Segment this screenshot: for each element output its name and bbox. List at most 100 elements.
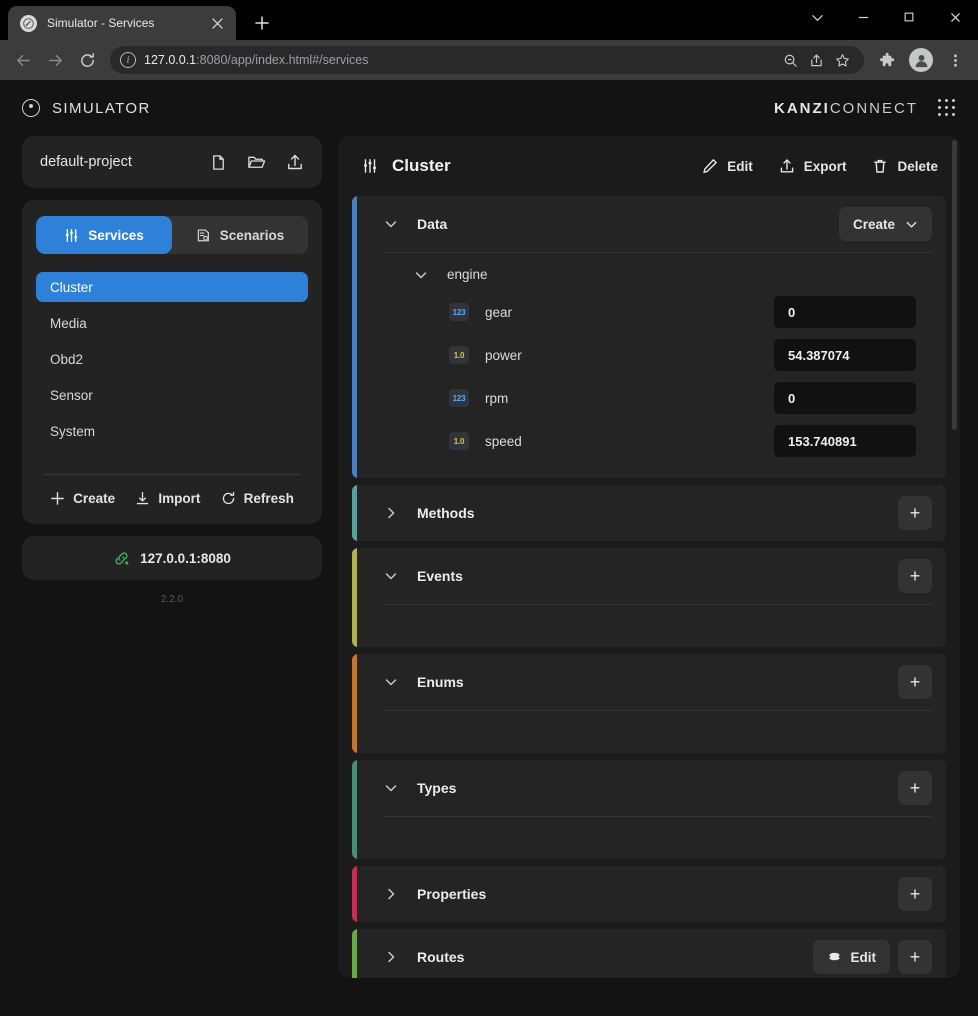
forward-arrow-icon[interactable] (40, 45, 70, 75)
sidebar-item-sensor[interactable]: Sensor (36, 380, 308, 410)
plus-icon: + (910, 566, 921, 587)
avatar-icon[interactable] (909, 48, 933, 72)
back-arrow-icon[interactable] (8, 45, 38, 75)
export-service-label: Export (804, 159, 847, 174)
section-color-stripe (352, 196, 357, 478)
sidebar-item-obd2[interactable]: Obd2 (36, 344, 308, 374)
apps-grid-icon[interactable] (938, 99, 956, 117)
scenario-file-icon (196, 228, 211, 243)
section-properties-header[interactable]: Properties + (357, 866, 946, 922)
panel-scrollbar[interactable] (952, 140, 957, 430)
section-routes-header[interactable]: Routes Edit + (357, 929, 946, 978)
tab-services[interactable]: Services (36, 216, 172, 254)
add-route-button[interactable]: + (898, 940, 932, 974)
address-bar[interactable]: i 127.0.0.1:8080/app/index.html#/service… (110, 46, 864, 74)
sidebar-item-system[interactable]: System (36, 416, 308, 446)
section-data: Data Create (352, 196, 946, 478)
add-method-button[interactable]: + (898, 496, 932, 530)
window-close-icon[interactable] (932, 0, 978, 34)
url-path: :8080/app/index.html#/services (196, 53, 368, 67)
data-field-label: gear (485, 305, 774, 320)
zoom-out-icon[interactable] (778, 48, 802, 72)
maximize-icon[interactable] (886, 0, 932, 34)
upload-icon (779, 158, 795, 174)
add-type-button[interactable]: + (898, 771, 932, 805)
edit-service-button[interactable]: Edit (702, 158, 753, 174)
service-label: Cluster (50, 280, 93, 295)
section-types-body (357, 817, 946, 859)
section-types: Types + (352, 760, 946, 859)
share-icon[interactable] (804, 48, 828, 72)
data-node-engine[interactable]: engine (383, 267, 932, 282)
section-enums-body (357, 711, 946, 753)
import-service-button[interactable]: Import (135, 491, 200, 506)
tab-scenarios[interactable]: Scenarios (172, 216, 308, 254)
chevron-right-icon[interactable] (383, 887, 399, 901)
data-field-row: 1.0 speed 153.740891 (383, 425, 932, 457)
type-badge-float-icon: 1.0 (449, 346, 469, 364)
sidebar-item-cluster[interactable]: Cluster (36, 272, 308, 302)
folder-open-icon[interactable] (247, 153, 266, 172)
data-field-value-input[interactable]: 153.740891 (774, 425, 916, 457)
refresh-service-label: Refresh (244, 491, 294, 506)
panel-header: Cluster Edit Export (352, 136, 946, 196)
data-field-value-input[interactable]: 0 (774, 382, 916, 414)
reload-icon[interactable] (72, 45, 102, 75)
section-types-header[interactable]: Types + (357, 760, 946, 816)
create-service-button[interactable]: Create (50, 491, 115, 506)
refresh-service-button[interactable]: Refresh (221, 491, 294, 506)
refresh-icon (221, 491, 236, 506)
project-bar: default-project (22, 136, 322, 188)
chevron-right-icon[interactable] (383, 950, 399, 964)
section-color-stripe (352, 485, 357, 541)
chevron-right-icon[interactable] (383, 506, 399, 520)
chevron-down-icon[interactable] (794, 0, 840, 34)
file-icon[interactable] (210, 154, 227, 171)
section-data-header[interactable]: Data Create (357, 196, 946, 252)
section-data-body: engine 123 gear 0 1.0 power 54.387074 (357, 253, 946, 478)
section-enums-header[interactable]: Enums + (357, 654, 946, 710)
minimize-icon[interactable] (840, 0, 886, 34)
browser-tab[interactable]: Simulator - Services (8, 6, 236, 40)
export-service-button[interactable]: Export (779, 158, 847, 174)
data-field-value-input[interactable]: 54.387074 (774, 339, 916, 371)
puzzle-icon[interactable] (872, 45, 902, 75)
link-icon (113, 550, 130, 567)
pencil-icon (702, 158, 718, 174)
services-list: Cluster Media Obd2 Sensor System (36, 272, 308, 446)
edit-routes-button[interactable]: Edit (813, 940, 891, 974)
section-enums-title: Enums (417, 674, 898, 690)
brand-connect: CONNECT (830, 100, 918, 117)
add-enum-button[interactable]: + (898, 665, 932, 699)
upload-icon[interactable] (286, 153, 304, 171)
section-methods: Methods + (352, 485, 946, 541)
section-methods-header[interactable]: Methods + (357, 485, 946, 541)
chevron-down-icon[interactable] (413, 268, 429, 282)
add-event-button[interactable]: + (898, 559, 932, 593)
app-version: 2.2.0 (22, 594, 322, 605)
section-properties-title: Properties (417, 886, 898, 902)
delete-service-button[interactable]: Delete (872, 158, 938, 174)
star-icon[interactable] (830, 48, 854, 72)
info-circle-icon[interactable]: i (120, 52, 136, 68)
service-label: Obd2 (50, 352, 83, 367)
services-scenarios-tabs: Services Scenarios (36, 216, 308, 254)
create-data-dropdown[interactable]: Create (839, 207, 932, 241)
chevron-down-icon[interactable] (383, 217, 399, 231)
browser-titlebar: Simulator - Services (0, 0, 978, 40)
new-tab-button[interactable] (248, 9, 276, 37)
chevron-down-icon[interactable] (383, 781, 399, 795)
data-field-value-input[interactable]: 0 (774, 296, 916, 328)
connection-status[interactable]: 127.0.0.1:8080 (22, 536, 322, 580)
add-property-button[interactable]: + (898, 877, 932, 911)
chevron-down-icon (905, 218, 918, 231)
chevron-down-icon[interactable] (383, 675, 399, 689)
three-dots-icon[interactable] (940, 45, 970, 75)
section-events-header[interactable]: Events + (357, 548, 946, 604)
service-label: System (50, 424, 95, 439)
close-icon[interactable] (206, 12, 228, 34)
section-properties: Properties + (352, 866, 946, 922)
chevron-down-icon[interactable] (383, 569, 399, 583)
sidebar-item-media[interactable]: Media (36, 308, 308, 338)
trash-icon (872, 158, 888, 174)
